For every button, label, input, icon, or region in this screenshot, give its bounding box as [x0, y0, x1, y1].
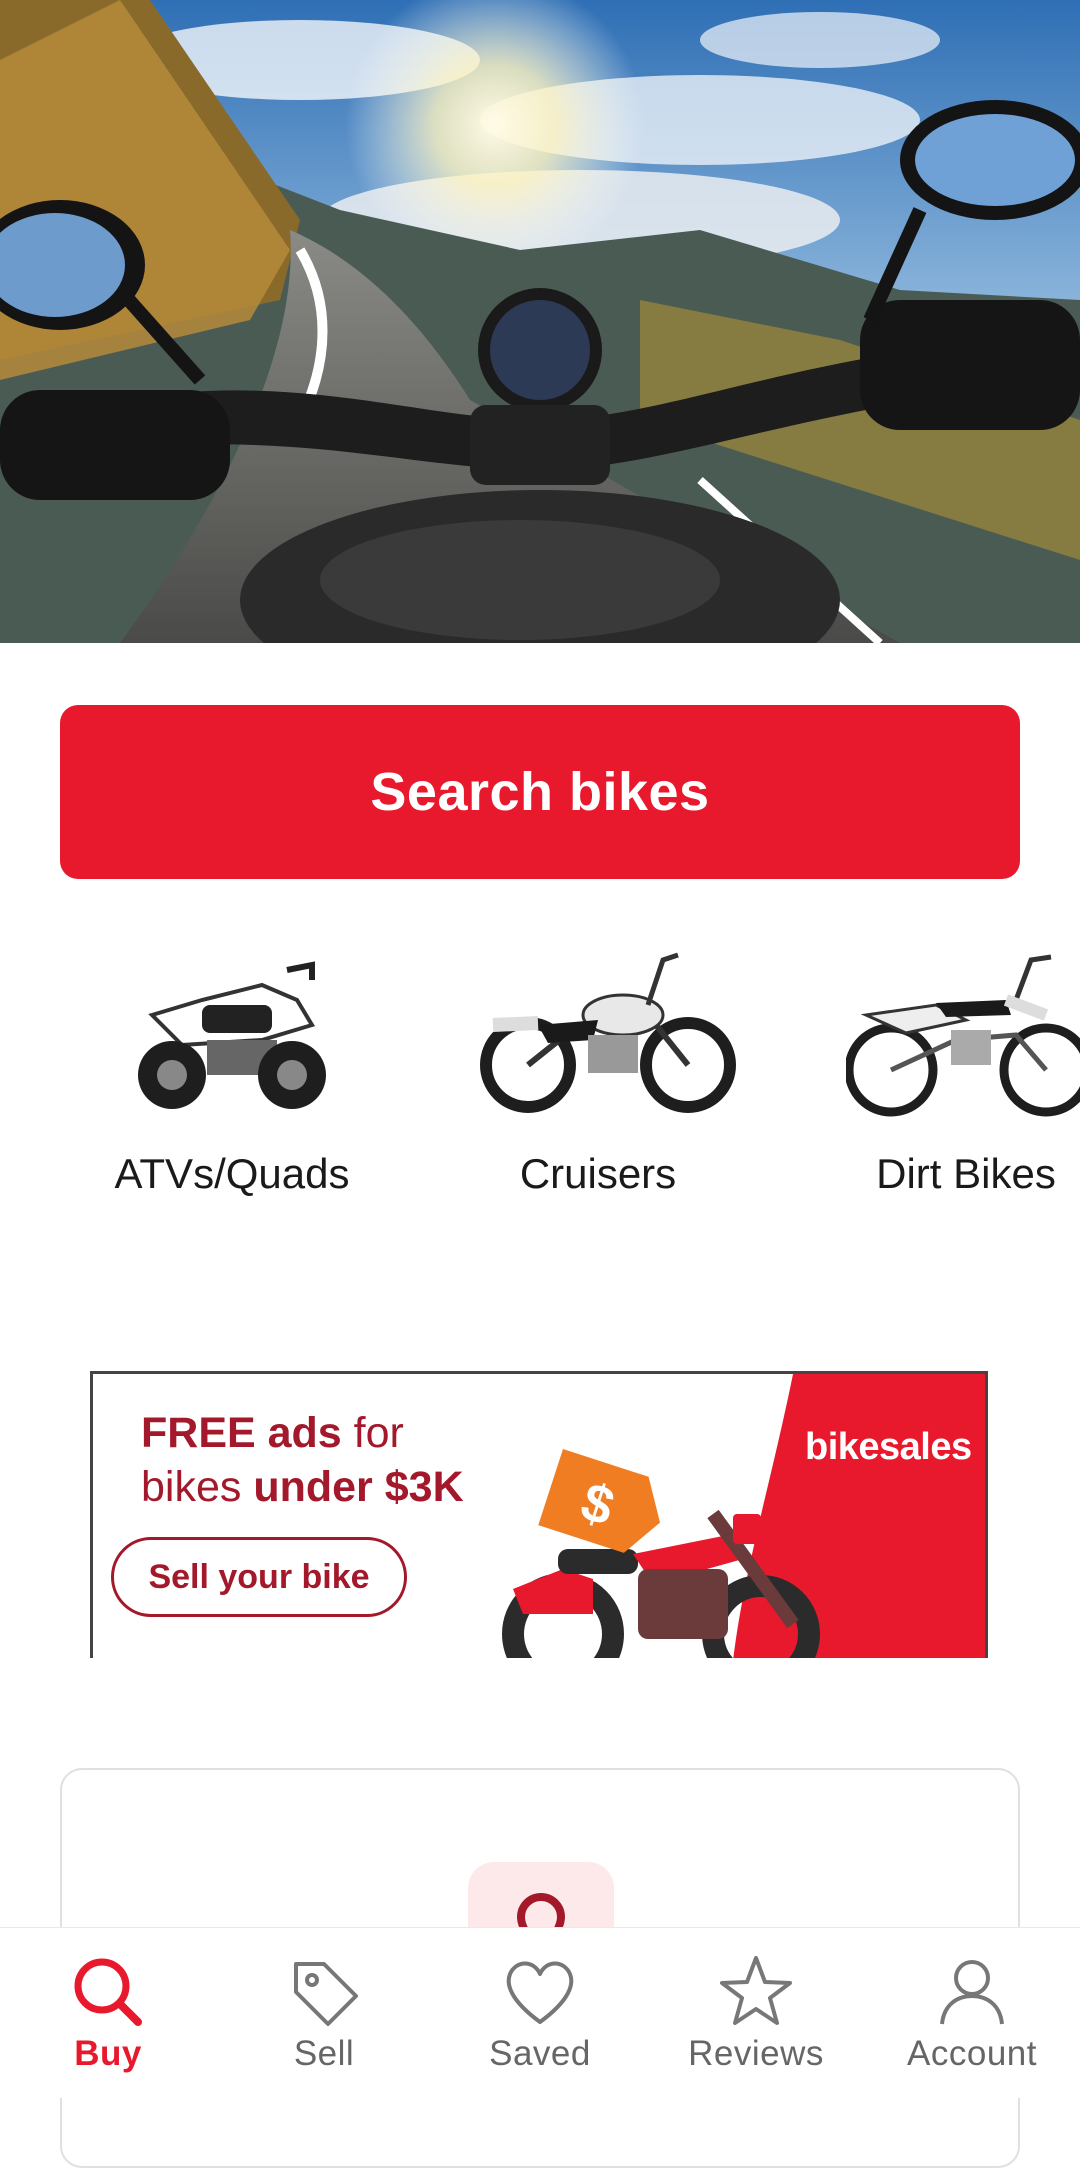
nav-label: Sell: [293, 2034, 355, 2073]
bottom-navigation: Buy Sell Saved Reviews Account: [0, 1927, 1080, 2098]
nav-label: Buy: [74, 2034, 142, 2073]
nav-reviews[interactable]: Reviews: [648, 1928, 864, 2098]
nav-buy[interactable]: Buy: [0, 1928, 216, 2098]
dirt-bike-image: [844, 945, 1080, 1125]
category-label: Cruisers: [519, 1150, 677, 1197]
category-cruisers[interactable]: Cruisers: [428, 945, 768, 1205]
category-label: Dirt Bikes: [876, 1150, 1056, 1197]
bikesales-logo: bikesales: [805, 1426, 972, 1468]
promo-headline: FREE ads for bikes under $3K: [141, 1409, 464, 1511]
hero-image: [0, 0, 1080, 643]
nav-label: Account: [907, 2034, 1037, 2073]
nav-sell[interactable]: Sell: [216, 1928, 432, 2098]
search-bikes-button[interactable]: Search bikes: [60, 705, 1020, 879]
category-dirt-bikes[interactable]: Dirt Bikes: [796, 945, 1080, 1205]
category-label: ATVs/Quads: [114, 1150, 350, 1197]
star-icon: [716, 1952, 796, 2032]
sell-promo-banner[interactable]: $ FREE ads for bikes under $3K Sell your…: [90, 1371, 988, 1658]
tag-icon: [284, 1952, 364, 2032]
user-icon: [932, 1952, 1012, 2032]
nav-saved[interactable]: Saved: [432, 1928, 648, 2098]
category-atvs-quads[interactable]: ATVs/Quads: [62, 945, 402, 1205]
category-carousel[interactable]: ATVs/Quads Cruisers Dirt Bikes: [0, 945, 1080, 1205]
cruiser-image: [478, 945, 736, 1125]
sell-your-bike-button[interactable]: Sell your bike: [111, 1537, 407, 1617]
nav-account[interactable]: Account: [864, 1928, 1080, 2098]
nav-label: Reviews: [688, 2034, 824, 2073]
heart-icon: [500, 1952, 580, 2032]
nav-label: Saved: [489, 2034, 591, 2073]
search-icon: [68, 1952, 148, 2032]
atv-image: [112, 945, 352, 1125]
